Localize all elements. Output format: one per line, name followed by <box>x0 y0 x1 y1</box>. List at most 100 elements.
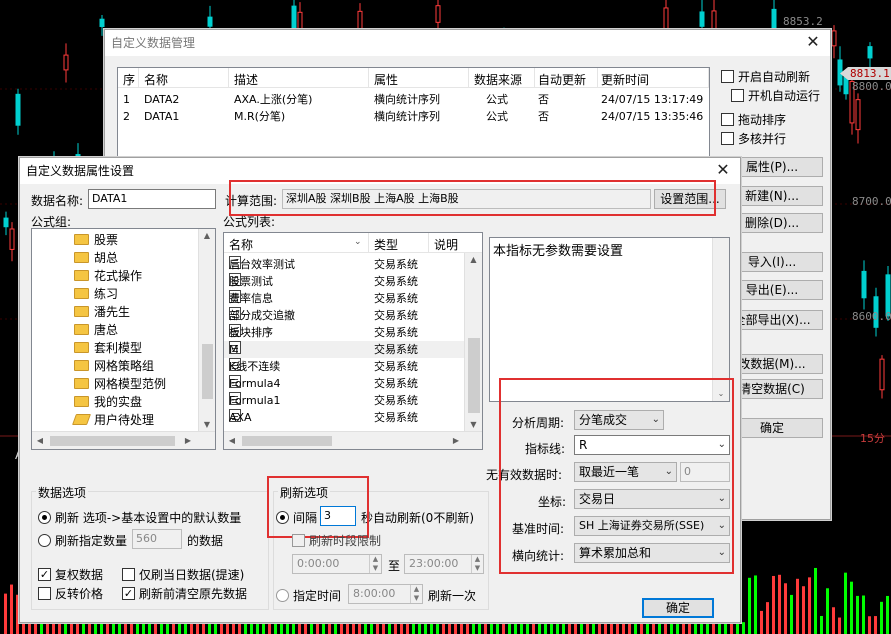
refresh-options-label: 刷新选项 <box>278 484 331 501</box>
adj-price-checkbox[interactable]: 复权数据 <box>38 566 103 583</box>
clear-before-checkbox[interactable]: 刷新前清空原先数据 <box>122 585 247 602</box>
volume-bar <box>280 623 283 634</box>
folder-icon <box>74 306 89 317</box>
tree-item[interactable]: 我的实盘 <box>32 393 142 411</box>
period-select[interactable]: 分笔成交 ⌄ <box>574 410 664 430</box>
candle-body <box>867 46 873 59</box>
chevron-down-icon: ⌄ <box>717 547 726 558</box>
tree-item[interactable]: 用户待处理 <box>32 411 154 429</box>
time-limit-checkbox[interactable]: 刷新时段限制 <box>292 532 381 549</box>
volume-bar <box>802 586 805 634</box>
candle-body <box>207 16 213 27</box>
param-note: 本指标无参数需要设置 <box>493 244 624 259</box>
column-header[interactable]: 描述 <box>234 71 258 88</box>
candle-body <box>861 270 867 299</box>
refresh-count-radio[interactable]: 刷新指定数量 <box>38 532 127 549</box>
invalid-data-select[interactable]: 取最近一笔 ⌄ <box>574 462 677 482</box>
column-header[interactable]: 序 <box>123 71 135 88</box>
autorun-checkbox[interactable]: 开机自动运行 <box>731 87 820 104</box>
volume-bar <box>118 623 121 634</box>
folder-icon <box>74 252 89 263</box>
list-item[interactable]: 后台效率测试 交易系统 <box>224 256 464 273</box>
horizontal-scrollbar[interactable]: ◀ ▶ <box>32 431 215 449</box>
reverse-price-checkbox[interactable]: 反转价格 <box>38 585 103 602</box>
tree-item[interactable]: 套利模型 <box>32 339 142 357</box>
list-item[interactable]: Formula4 交易系统 <box>224 375 464 392</box>
horizontal-scrollbar[interactable]: ◀ ▶ <box>224 431 482 449</box>
volume-bar <box>754 575 757 634</box>
column-header[interactable]: 名称 <box>144 71 168 88</box>
scheduled-time-input: 8:00:00 ▲ ▼ <box>348 584 423 604</box>
horizontal-stat-label: 横向统计: <box>512 549 565 563</box>
price-axis-label: 8700.0 <box>852 195 891 208</box>
list-item[interactable]: 费率信息 交易系统 <box>224 290 464 307</box>
period-label: 分析周期: <box>512 416 565 430</box>
indicator-select[interactable]: R ⌄ <box>574 435 730 455</box>
volume-bar <box>874 616 877 634</box>
list-item[interactable]: 股票测试 交易系统 <box>224 273 464 290</box>
chevron-down-icon: ⌄ <box>651 414 660 425</box>
interval-radio[interactable]: 间隔 <box>276 509 317 526</box>
multicore-checkbox[interactable]: 多核并行 <box>721 130 786 147</box>
set-range-button[interactable]: 设置范围... <box>654 189 726 209</box>
column-header[interactable]: 属性 <box>374 71 398 88</box>
tree-item[interactable]: 网格模型范例 <box>32 375 166 393</box>
interval-input[interactable]: 3 <box>320 506 356 526</box>
column-header[interactable]: 类型 <box>374 236 398 253</box>
tree-item[interactable]: 唐总 <box>32 321 118 339</box>
list-item[interactable]: Formula1 交易系统 <box>224 392 464 409</box>
refresh-count-suffix: 的数据 <box>187 534 224 548</box>
list-item[interactable]: K线不连续 交易系统 <box>224 358 464 375</box>
auto-refresh-checkbox[interactable]: 开启自动刷新 <box>721 68 810 85</box>
horizontal-stat-select[interactable]: 算术累加总和 ⌄ <box>574 543 730 563</box>
folder-icon <box>74 378 89 389</box>
column-header[interactable]: 名称 <box>229 236 253 253</box>
tree-item[interactable]: 花式操作 <box>32 267 142 285</box>
basetime-select[interactable]: SH 上海证券交易所(SSE) ⌄ <box>574 516 730 536</box>
close-icon[interactable]: ✕ <box>804 33 822 51</box>
calc-range-field: 深圳A股 深圳B股 上海A股 上海B股 <box>282 189 651 209</box>
data-name-input[interactable]: DATA1 <box>88 189 216 209</box>
folder-icon <box>74 342 89 353</box>
tree-item[interactable]: 股票 <box>32 231 118 249</box>
interval-suffix: 秒自动刷新(0不刷新) <box>361 511 474 525</box>
tree-item[interactable]: 练习 <box>32 285 118 303</box>
list-item[interactable]: AXA 交易系统 <box>224 409 464 426</box>
column-header[interactable]: 自动更新 <box>538 71 586 88</box>
list-item[interactable]: M 交易系统 <box>224 341 464 358</box>
table-row[interactable]: 1 DATA2 AXA.上涨(分笔) 横向统计序列 公式 否 24/07/15 … <box>118 91 709 108</box>
column-header[interactable]: 数据来源 <box>474 71 522 88</box>
volume-bar <box>808 577 811 634</box>
vertical-scrollbar[interactable]: ⌄ <box>712 238 729 401</box>
candle-body <box>699 11 705 27</box>
candle-body <box>663 7 669 30</box>
formula-list[interactable]: 名称 ⌄ 类型 说明 后台效率测试 交易系统 股票测试 交易系统 费率信息 交易系统 … <box>223 232 483 450</box>
candle-body <box>15 93 21 126</box>
today-only-checkbox[interactable]: 仅刷当日数据(提速) <box>122 566 244 583</box>
scheduled-radio[interactable]: 指定时间 <box>276 587 341 604</box>
tree-item[interactable]: 潘先生 <box>32 303 130 321</box>
chevron-down-icon: ⌄ <box>717 493 726 504</box>
refresh-default-radio[interactable]: 刷新 选项->基本设置中的默认数量 <box>38 509 241 526</box>
volume-bar <box>196 622 199 634</box>
candle-body <box>435 5 441 23</box>
drag-sort-checkbox[interactable]: 拖动排序 <box>721 111 786 128</box>
formula-group-tree[interactable]: 股票 胡总 花式操作 练习 潘先生 唐总 套利模型 网格策略组 网格模型范例 我… <box>31 228 216 450</box>
column-header[interactable]: 说明 <box>434 236 458 253</box>
ok-button[interactable]: 确定 <box>642 598 714 618</box>
volume-bar <box>886 595 889 634</box>
tree-item[interactable]: 胡总 <box>32 249 118 267</box>
column-header[interactable]: 更新时间 <box>601 71 649 88</box>
volume-bar <box>826 588 829 634</box>
sort-chevron-icon: ⌄ <box>354 237 362 247</box>
vertical-scrollbar[interactable]: ▲ ▼ <box>198 229 215 431</box>
close-icon[interactable]: ✕ <box>714 161 732 179</box>
vertical-scrollbar[interactable]: ▲ ▼ <box>464 253 482 431</box>
tree-item[interactable]: 网格策略组 <box>32 357 154 375</box>
list-item[interactable]: 板块排序 交易系统 <box>224 324 464 341</box>
list-item[interactable]: 部分成交追撤 交易系统 <box>224 307 464 324</box>
volume-bar <box>778 574 781 634</box>
coord-select[interactable]: 交易日 ⌄ <box>574 489 730 509</box>
table-row[interactable]: 2 DATA1 M.R(分笔) 横向统计序列 公式 否 24/07/15 13:… <box>118 108 709 125</box>
time-from-input: 0:00:00 ▲ ▼ <box>292 554 382 574</box>
